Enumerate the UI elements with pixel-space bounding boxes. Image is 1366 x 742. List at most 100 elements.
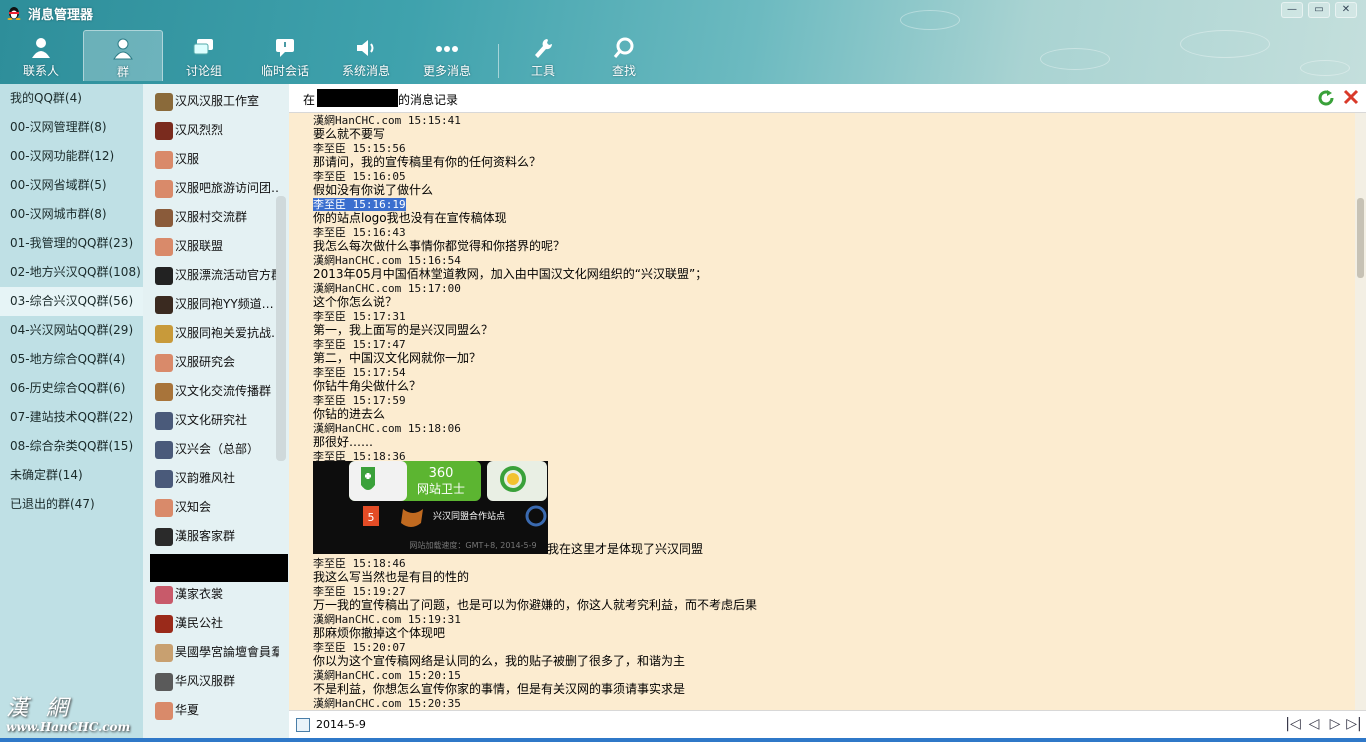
folder-item[interactable]: 00-汉网功能群(12) — [0, 142, 143, 171]
nav-label: 联系人 — [22, 64, 59, 78]
message-sender-time: 漢網HanCHC.com 15:20:15 — [313, 669, 461, 682]
message-sender-time: 漢網HanCHC.com 15:18:06 — [313, 422, 461, 435]
folder-item[interactable]: 01-我管理的QQ群(23) — [0, 229, 143, 258]
group-item[interactable]: 昊國學宮論壇會員羣 — [143, 638, 279, 667]
maximize-button[interactable]: ▭ — [1308, 2, 1330, 18]
watermark-chars: 漢網 — [6, 696, 87, 721]
folder-item[interactable]: 05-地方综合QQ群(4) — [0, 345, 143, 374]
folder-item[interactable]: 未确定群(14) — [0, 461, 143, 490]
message-line: 假如没有你说了做什么 — [313, 183, 433, 197]
message-line: 李至臣 15:16:19 — [313, 197, 406, 212]
minimize-button[interactable]: — — [1281, 2, 1303, 18]
group-name: 汉服吧旅游访问团… — [175, 181, 279, 195]
search-icon — [613, 37, 634, 58]
temp-chat-icon — [276, 39, 294, 57]
message-line: 漢網HanCHC.com 15:19:31 — [313, 612, 461, 627]
group-avatar-icon — [155, 180, 173, 198]
nav-groups[interactable]: 群 — [83, 30, 163, 81]
folder-item[interactable]: 00-汉网城市群(8) — [0, 200, 143, 229]
first-page-button[interactable]: |◁ — [1285, 716, 1301, 732]
scroll-thumb[interactable] — [1357, 198, 1364, 278]
folder-item[interactable]: 08-综合杂类QQ群(15) — [0, 432, 143, 461]
group-item[interactable]: 华风汉服群 — [143, 667, 279, 696]
system-message-icon — [357, 40, 374, 56]
group-name: 昊國學宮論壇會員羣 — [175, 645, 279, 659]
message-sender-time: 李至臣 15:17:59 — [313, 394, 406, 407]
folder-item[interactable]: 04-兴汉网站QQ群(29) — [0, 316, 143, 345]
group-item[interactable]: 汉服同袍关爱抗战… — [143, 319, 279, 348]
prev-page-button[interactable]: ◁ — [1306, 716, 1322, 732]
message-text: 你的站点logo我也没有在宣传稿体现 — [313, 211, 507, 225]
group-avatar-icon — [155, 528, 173, 546]
folder-item[interactable]: 00-汉网管理群(8) — [0, 113, 143, 142]
group-item[interactable]: 漢民公社 — [143, 609, 279, 638]
group-item[interactable]: 汉服 — [143, 145, 279, 174]
group-item[interactable]: 华夏 — [143, 696, 279, 725]
folder-item-selected[interactable]: 03-综合兴汉QQ群(56) — [0, 287, 143, 316]
folder-item[interactable]: 00-汉网省域群(5) — [0, 171, 143, 200]
message-line: 李至臣 15:17:31 — [313, 309, 406, 324]
group-item[interactable]: 汉服村交流群 — [143, 203, 279, 232]
nav-more-messages[interactable]: 更多消息 — [407, 30, 487, 81]
message-line: 李至臣 15:19:27 — [313, 584, 406, 599]
message-line: 你钻的进去么 — [313, 407, 385, 421]
group-item[interactable]: 汉服吧旅游访问团… — [143, 174, 279, 203]
message-line: 第一，我上面写的是兴汉同盟么？ — [313, 323, 493, 337]
group-name: 汉服研究会 — [175, 355, 236, 369]
message-line: 李至臣 15:20:07 — [313, 640, 406, 655]
calendar-icon[interactable] — [296, 718, 310, 732]
message-line: 要么就不要写 — [313, 127, 385, 141]
group-name: 汉服 — [175, 152, 200, 166]
message-line: 你以为这个宣传稿网络是认同的么，我的贴子被删了很多了，和谐为主 — [313, 654, 685, 668]
folder-item[interactable]: 06-历史综合QQ群(6) — [0, 374, 143, 403]
nav-search[interactable]: 查找 — [584, 30, 664, 81]
nav-label: 讨论组 — [185, 64, 222, 78]
message-scrollbar[interactable] — [1355, 113, 1366, 710]
group-name: 汉韵雅风社 — [175, 471, 236, 485]
group-item[interactable]: 汉知会 — [143, 493, 279, 522]
group-item[interactable]: 汉兴会（总部） — [143, 435, 279, 464]
group-avatar-icon — [155, 93, 173, 111]
group-avatar-icon — [155, 325, 173, 343]
group-item[interactable]: 汉服漂流活动官方群 — [143, 261, 279, 290]
last-page-button[interactable]: ▷| — [1346, 716, 1362, 732]
folder-item[interactable]: 07-建站技术QQ群(22) — [0, 403, 143, 432]
group-item[interactable]: 汉服同袍YY频道招… — [143, 290, 279, 319]
group-item[interactable]: 汉服研究会 — [143, 348, 279, 377]
group-avatar-icon — [155, 122, 173, 140]
group-item[interactable]: 汉文化研究社 — [143, 406, 279, 435]
group-item[interactable]: 漢服客家群 — [143, 522, 279, 551]
nav-contacts[interactable]: 联系人 — [1, 30, 81, 81]
group-item[interactable]: 汉风烈烈 — [143, 116, 279, 145]
badge-alliance: 兴汉同盟合作站点 — [433, 510, 505, 522]
group-item[interactable]: 汉风汉服工作室 — [143, 87, 279, 116]
group-name: 华夏 — [175, 703, 200, 717]
nav-tools[interactable]: 工具 — [503, 30, 583, 81]
message-text: 我这么写当然也是有目的性的 — [313, 570, 470, 584]
refresh-icon[interactable] — [1317, 89, 1335, 107]
nav-temp-chat[interactable]: 临时会话 — [245, 30, 325, 81]
message-sender-time: 漢網HanCHC.com 15:20:35 — [313, 697, 461, 710]
message-sender-time: 漢網HanCHC.com 15:17:00 — [313, 282, 461, 295]
window-title: 消息管理器 — [28, 8, 94, 23]
nav-system-messages[interactable]: 系统消息 — [326, 30, 406, 81]
group-item[interactable]: 汉服联盟 — [143, 232, 279, 261]
folder-item[interactable]: 02-地方兴汉QQ群(108) — [0, 258, 143, 287]
html5-badge-icon: 5 — [368, 511, 375, 524]
group-list-scrollbar[interactable] — [276, 196, 286, 461]
group-avatar-icon — [155, 644, 173, 662]
message-line: 我这么写当然也是有目的性的 — [313, 570, 469, 584]
folder-item[interactable]: 已退出的群(47) — [0, 490, 143, 519]
message-sender-time: 李至臣 15:18:46 — [313, 557, 406, 570]
folder-item[interactable]: 我的QQ群(4) — [0, 84, 143, 113]
nav-discussions[interactable]: 讨论组 — [164, 30, 244, 81]
main-nav: 联系人 群 讨论组 临时会话 系统消息 更多消息 工具 查找 — [0, 30, 660, 84]
next-page-button[interactable]: ▷ — [1327, 716, 1343, 732]
message-line: 李至臣 15:16:43 — [313, 225, 406, 240]
close-window-button[interactable]: ✕ — [1335, 2, 1357, 18]
message-sender-time: 漢網HanCHC.com 15:16:54 — [313, 254, 461, 267]
group-item[interactable]: 汉韵雅风社 — [143, 464, 279, 493]
close-icon[interactable] — [1343, 89, 1359, 105]
group-item[interactable]: 漢家衣裳 — [143, 580, 279, 609]
group-item[interactable]: 汉文化交流传播群 — [143, 377, 279, 406]
